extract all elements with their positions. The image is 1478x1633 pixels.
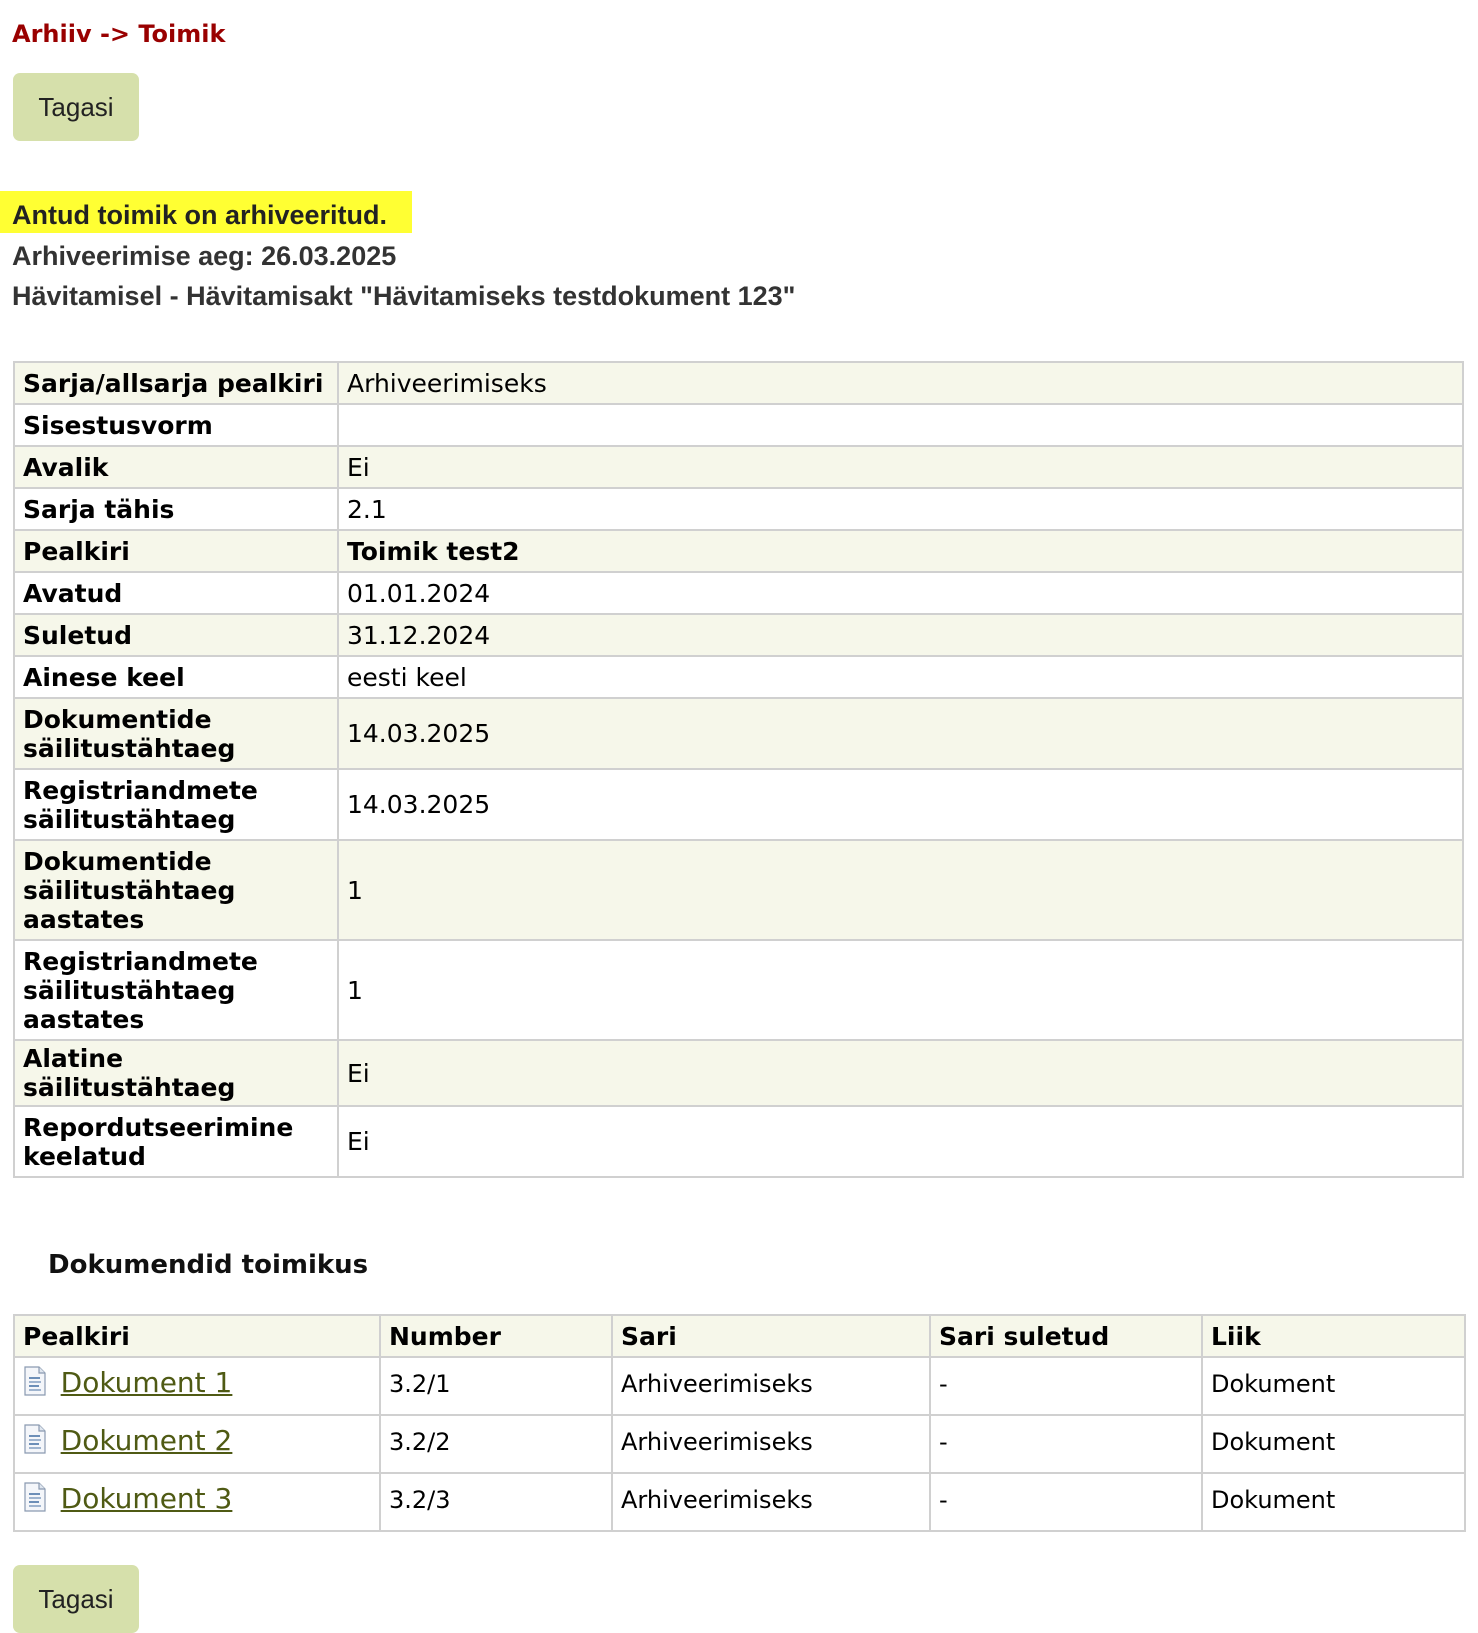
column-header-series[interactable]: Sari [611, 1314, 931, 1358]
info-value: 31.12.2024 [337, 613, 1464, 657]
info-value: 14.03.2025 [337, 768, 1464, 841]
info-value: 01.01.2024 [337, 571, 1464, 615]
info-label: Alatine säilitustähtaeg [13, 1039, 339, 1107]
table-row: Dokument 2 3.2/2 Arhiveerimiseks - Dokum… [13, 1414, 1466, 1474]
info-row: Alatine säilitustähtaeg Ei [13, 1039, 1464, 1107]
info-row: Sarja/allsarja pealkiri Arhiveerimiseks [13, 361, 1464, 405]
info-value: Toimik test2 [337, 529, 1464, 573]
document-icon[interactable] [23, 1366, 47, 1396]
column-header-title[interactable]: Pealkiri [13, 1314, 381, 1358]
document-icon[interactable] [23, 1424, 47, 1454]
info-value: Ei [337, 1039, 1464, 1107]
doc-number: 3.2/2 [379, 1414, 613, 1474]
doc-type: Dokument [1201, 1414, 1466, 1474]
table-row: Dokument 1 3.2/1 Arhiveerimiseks - Dokum… [13, 1356, 1466, 1416]
table-row: Dokument 3 3.2/3 Arhiveerimiseks - Dokum… [13, 1472, 1466, 1532]
doc-series: Arhiveerimiseks [611, 1356, 931, 1416]
info-label: Sarja/allsarja pealkiri [13, 361, 339, 405]
info-label: Sisestusvorm [13, 403, 339, 447]
documents-table: Pealkiri Number Sari Sari suletud Liik D… [13, 1314, 1466, 1532]
info-row: Ainese keel eesti keel [13, 655, 1464, 699]
doc-series-closed: - [929, 1356, 1203, 1416]
info-value: 1 [337, 939, 1464, 1041]
doc-number: 3.2/3 [379, 1472, 613, 1532]
doc-title-cell: Dokument 2 [13, 1414, 381, 1474]
info-label: Registriandmete säilitustähtaeg [13, 768, 339, 841]
info-value: eesti keel [337, 655, 1464, 699]
info-value: Arhiveerimiseks [337, 361, 1464, 405]
info-row: Repordutseerimine keelatud Ei [13, 1105, 1464, 1178]
doc-series-closed: - [929, 1472, 1203, 1532]
documents-section-title: Dokumendid toimikus [48, 1250, 369, 1280]
info-value: Ei [337, 1105, 1464, 1178]
back-button-bottom[interactable]: Tagasi [13, 1565, 139, 1633]
info-label: Ainese keel [13, 655, 339, 699]
info-row: Sarja tähis 2.1 [13, 487, 1464, 531]
info-value: 2.1 [337, 487, 1464, 531]
info-row: Pealkiri Toimik test2 [13, 529, 1464, 573]
info-label: Avalik [13, 445, 339, 489]
info-row: Dokumentide säilitustähtaeg 14.03.2025 [13, 697, 1464, 770]
doc-title-cell: Dokument 1 [13, 1356, 381, 1416]
info-row: Dokumentide säilitustähtaeg aastates 1 [13, 839, 1464, 941]
doc-number: 3.2/1 [379, 1356, 613, 1416]
column-header-type[interactable]: Liik [1201, 1314, 1466, 1358]
info-row: Registriandmete säilitustähtaeg 14.03.20… [13, 768, 1464, 841]
doc-type: Dokument [1201, 1472, 1466, 1532]
file-info-table: Sarja/allsarja pealkiri Arhiveerimiseks … [13, 361, 1464, 1178]
info-label: Dokumentide säilitustähtaeg [13, 697, 339, 770]
info-value: 14.03.2025 [337, 697, 1464, 770]
info-label: Dokumentide säilitustähtaeg aastates [13, 839, 339, 941]
info-label: Suletud [13, 613, 339, 657]
info-label: Registriandmete säilitustähtaeg aastates [13, 939, 339, 1041]
document-link[interactable]: Dokument 2 [61, 1424, 233, 1457]
info-label: Pealkiri [13, 529, 339, 573]
back-button-top[interactable]: Tagasi [13, 73, 139, 141]
info-label: Sarja tähis [13, 487, 339, 531]
breadcrumb: Arhiiv -> Toimik [12, 20, 226, 48]
document-link[interactable]: Dokument 1 [61, 1366, 233, 1399]
info-value [337, 403, 1464, 447]
document-icon[interactable] [23, 1482, 47, 1512]
documents-header-row: Pealkiri Number Sari Sari suletud Liik [13, 1314, 1466, 1358]
column-header-series-closed[interactable]: Sari suletud [929, 1314, 1203, 1358]
destruction-status: Hävitamisel - Hävitamisakt "Hävitamiseks… [12, 281, 796, 311]
info-label: Avatud [13, 571, 339, 615]
info-row: Suletud 31.12.2024 [13, 613, 1464, 657]
info-value: 1 [337, 839, 1464, 941]
doc-title-cell: Dokument 3 [13, 1472, 381, 1532]
doc-series: Arhiveerimiseks [611, 1414, 931, 1474]
doc-series: Arhiveerimiseks [611, 1472, 931, 1532]
archive-time: Arhiveerimise aeg: 26.03.2025 [12, 241, 397, 271]
column-header-number[interactable]: Number [379, 1314, 613, 1358]
info-row: Avalik Ei [13, 445, 1464, 489]
document-link[interactable]: Dokument 3 [61, 1482, 233, 1515]
info-value: Ei [337, 445, 1464, 489]
archived-notice: Antud toimik on arhiveeritud. [12, 200, 388, 230]
info-label: Repordutseerimine keelatud [13, 1105, 339, 1178]
info-row: Registriandmete säilitustähtaeg aastates… [13, 939, 1464, 1041]
info-row: Avatud 01.01.2024 [13, 571, 1464, 615]
doc-series-closed: - [929, 1414, 1203, 1474]
info-row: Sisestusvorm [13, 403, 1464, 447]
doc-type: Dokument [1201, 1356, 1466, 1416]
